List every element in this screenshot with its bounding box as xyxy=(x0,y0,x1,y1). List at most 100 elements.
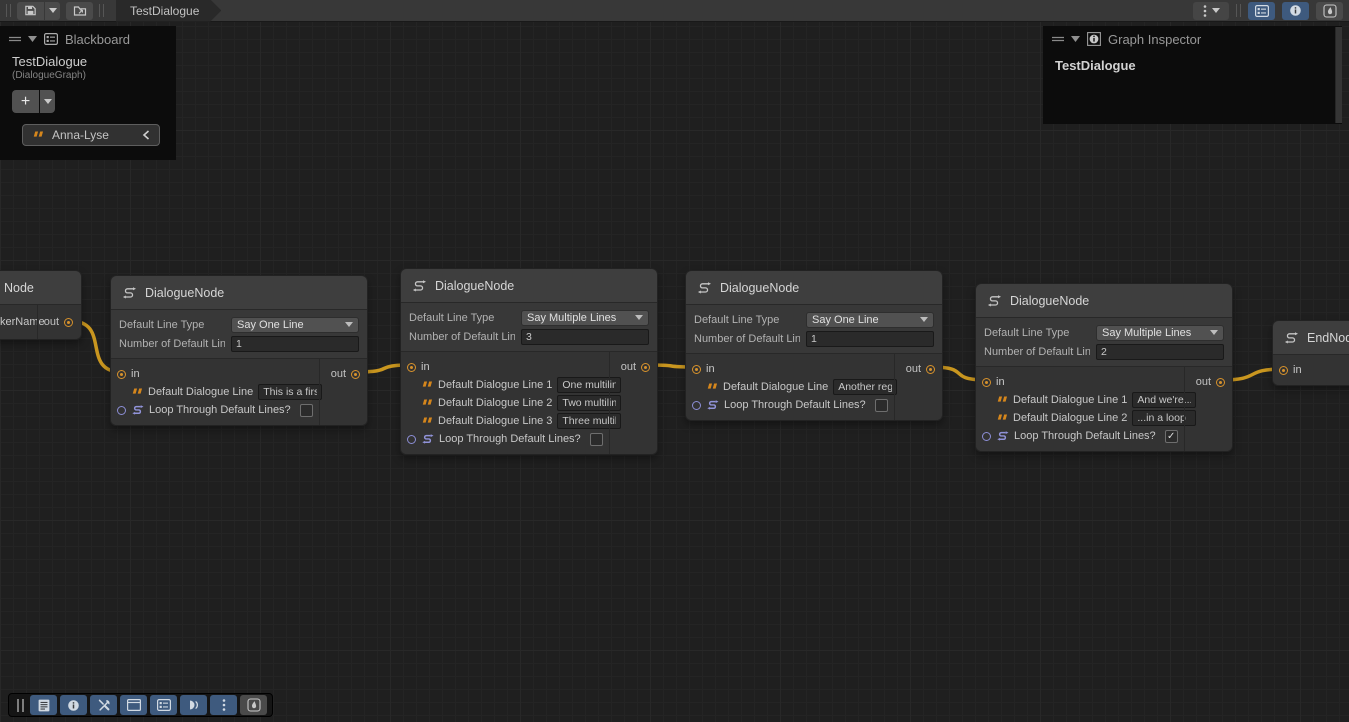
blackboard-panel: Blackboard TestDialogue (DialogueGraph) … xyxy=(0,26,176,160)
node-dialoguenode[interactable]: DialogueNodeDefault Line TypeSay Multipl… xyxy=(400,268,658,455)
toolbar-drag-handle[interactable] xyxy=(17,699,24,712)
node-dialoguenode[interactable]: DialogueNode Default Line Type Say One Lin… xyxy=(685,270,943,421)
open-asset-button[interactable] xyxy=(66,2,93,20)
toolbar-separator xyxy=(99,4,104,17)
in-port[interactable] xyxy=(982,378,991,387)
node-dialoguenode[interactable]: DialogueNodeDefault Line TypeSay Multipl… xyxy=(975,283,1233,452)
in-port[interactable] xyxy=(117,370,126,379)
node-title-bar[interactable]: DialogueNode xyxy=(111,276,367,310)
dialogue-line-port[interactable] xyxy=(982,396,991,405)
blackboard-variable-anna-lyse[interactable]: Anna-Lyse xyxy=(22,124,160,146)
dropdown-value: Say One Line xyxy=(812,314,879,326)
out-port-label: out xyxy=(1196,376,1211,388)
node-title: DialogueNode xyxy=(435,279,514,293)
loop-checkbox[interactable]: ✓ xyxy=(1165,430,1178,443)
node-title-bar[interactable]: DialogueNode xyxy=(976,284,1232,318)
property-label: Number of Default Lines xyxy=(984,346,1090,358)
blackboard-header[interactable]: Blackboard xyxy=(0,26,176,52)
loop-checkbox[interactable] xyxy=(875,399,888,412)
save-dropdown-button[interactable] xyxy=(45,2,60,20)
loop-port[interactable] xyxy=(117,406,126,415)
node-title: Node xyxy=(4,281,34,295)
graph-inspector-header[interactable]: Graph Inspector xyxy=(1043,26,1342,52)
line-type-dropdown[interactable]: Say Multiple Lines xyxy=(521,310,649,326)
out-port[interactable] xyxy=(641,363,650,372)
quote-icon xyxy=(421,417,433,426)
drag-handle-icon[interactable] xyxy=(9,35,21,43)
panel-inspector-button[interactable] xyxy=(60,695,87,715)
drag-handle-icon[interactable] xyxy=(1052,35,1064,43)
info-badge-icon xyxy=(1087,32,1101,46)
toolbar-separator xyxy=(6,4,11,17)
loop-checkbox[interactable] xyxy=(590,433,603,446)
node-node[interactable]: NodekerNameout xyxy=(0,270,82,340)
node-title-bar[interactable]: DialogueNode xyxy=(686,271,942,305)
graph-inspector-panel: Graph Inspector TestDialogue xyxy=(1043,26,1342,124)
node-title-bar[interactable]: Node xyxy=(0,271,81,305)
panel-notes-button[interactable] xyxy=(30,695,57,715)
blackboard-icon xyxy=(44,33,58,45)
collapse-caret-icon[interactable] xyxy=(1071,36,1080,42)
inspector-scrollbar[interactable] xyxy=(1335,27,1342,123)
save-button[interactable] xyxy=(17,2,44,20)
default-lines-count-field[interactable] xyxy=(231,336,359,352)
panel-capabilities-button[interactable] xyxy=(240,695,267,715)
out-port[interactable] xyxy=(64,318,73,327)
out-port[interactable] xyxy=(1216,378,1225,387)
default-lines-count-field[interactable] xyxy=(521,329,649,345)
dialogue-line-port[interactable] xyxy=(407,399,416,408)
in-port[interactable] xyxy=(1279,366,1288,375)
out-port-label: out xyxy=(621,361,636,373)
loop-port[interactable] xyxy=(982,432,991,441)
loop-port[interactable] xyxy=(407,435,416,444)
out-port[interactable] xyxy=(926,365,935,374)
quote-icon xyxy=(421,399,433,408)
tab-label: TestDialogue xyxy=(130,4,199,18)
default-lines-count-field[interactable] xyxy=(1096,344,1224,360)
blackboard-graph-type: (DialogueGraph) xyxy=(12,70,166,81)
node-title: DialogueNode xyxy=(145,286,224,300)
line-type-dropdown[interactable]: Say Multiple Lines xyxy=(1096,325,1224,341)
caret-down-icon xyxy=(1212,8,1220,13)
panel-blackboard-button[interactable] xyxy=(150,695,177,715)
loop-icon xyxy=(131,404,144,416)
collapse-caret-icon[interactable] xyxy=(28,36,37,42)
dialogue-line-field[interactable] xyxy=(258,384,322,400)
dialogue-line-field[interactable] xyxy=(833,379,897,395)
dialogue-line-port[interactable] xyxy=(692,383,701,392)
dialogue-line-label: Default Dialogue Line 2 xyxy=(1013,412,1127,424)
panel-preview-button[interactable] xyxy=(180,695,207,715)
dialogue-line-port[interactable] xyxy=(117,388,126,397)
quote-icon xyxy=(706,383,718,392)
add-variable-dropdown-button[interactable] xyxy=(40,90,55,113)
toggle-inspector-button[interactable] xyxy=(1282,2,1309,20)
chevron-left-icon[interactable] xyxy=(142,130,150,140)
in-port[interactable] xyxy=(692,365,701,374)
panel-window-button[interactable] xyxy=(120,695,147,715)
node-flow-icon xyxy=(696,281,712,295)
node-endnode[interactable]: EndNodein xyxy=(1272,320,1349,386)
node-title-bar[interactable]: EndNode xyxy=(1273,321,1349,355)
top-toolbar: TestDialogue xyxy=(0,0,1349,22)
dialogue-line-label: Default Dialogue Line xyxy=(148,386,253,398)
panel-overflow-button[interactable] xyxy=(210,695,237,715)
default-lines-count-field[interactable] xyxy=(806,331,934,347)
toggle-capabilities-button[interactable] xyxy=(1316,2,1343,20)
dialogue-line-port[interactable] xyxy=(982,414,991,423)
line-type-dropdown[interactable]: Say One Line xyxy=(806,312,934,328)
line-type-dropdown[interactable]: Say One Line xyxy=(231,317,359,333)
panel-tools-button[interactable] xyxy=(90,695,117,715)
dialogue-line-port[interactable] xyxy=(407,417,416,426)
loop-checkbox[interactable] xyxy=(300,404,313,417)
node-dialoguenode[interactable]: DialogueNodeDefault Line TypeSay One Lin… xyxy=(110,275,368,426)
loop-port[interactable] xyxy=(692,401,701,410)
dialogue-line-port[interactable] xyxy=(407,381,416,390)
overflow-menu-button[interactable] xyxy=(1193,2,1229,20)
tab-testdialogue[interactable]: TestDialogue xyxy=(116,0,221,22)
property-label: Default Line Type xyxy=(694,314,800,326)
in-port[interactable] xyxy=(407,363,416,372)
node-title-bar[interactable]: DialogueNode xyxy=(401,269,657,303)
toggle-blackboard-button[interactable] xyxy=(1248,2,1275,20)
add-variable-button[interactable]: + xyxy=(12,90,39,113)
out-port[interactable] xyxy=(351,370,360,379)
